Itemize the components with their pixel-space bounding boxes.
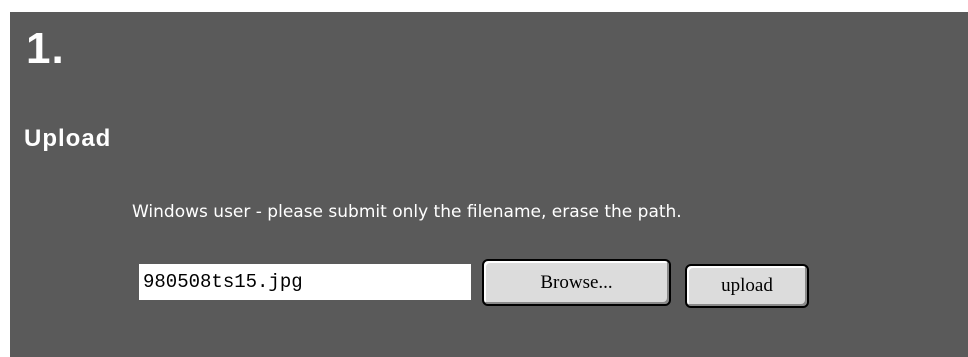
section-title: Upload <box>24 125 112 152</box>
browse-button[interactable]: Browse... <box>482 259 671 306</box>
upload-button[interactable]: upload <box>685 264 809 308</box>
upload-panel: 1. Upload Windows user - please submit o… <box>10 12 968 357</box>
step-number: 1. <box>26 24 65 73</box>
file-path-input[interactable] <box>139 264 471 300</box>
page: 1. Upload Windows user - please submit o… <box>0 0 968 357</box>
windows-user-hint: Windows user - please submit only the fi… <box>132 202 682 222</box>
